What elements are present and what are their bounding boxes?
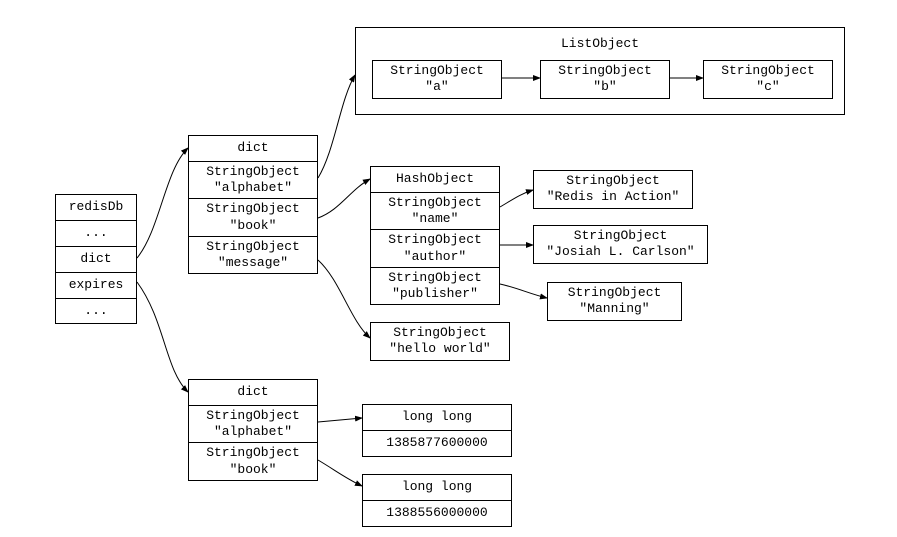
- hashobject-field-publisher: StringObject"publisher": [371, 268, 499, 305]
- expire-alphabet-type: long long: [363, 405, 511, 431]
- listobject-item-b-text: StringObject"b": [541, 61, 669, 98]
- dict-bottom-key-book: StringObject"book": [189, 443, 317, 480]
- hashobject-title: HashObject: [371, 167, 499, 193]
- hashvalue-1-text: StringObject"Josiah L. Carlson": [534, 226, 707, 263]
- dict-bottom-title: dict: [189, 380, 317, 406]
- listobject-item-a: StringObject"a": [372, 60, 502, 99]
- hashvalue-redis-in-action: StringObject"Redis in Action": [533, 170, 693, 209]
- hashvalue-manning: StringObject"Manning": [547, 282, 682, 321]
- hashvalue-josiah: StringObject"Josiah L. Carlson": [533, 225, 708, 264]
- dict-bottom-key-alphabet: StringObject"alphabet": [189, 406, 317, 444]
- redisdb-dict: dict: [56, 247, 136, 273]
- expire-book: long long 1388556000000: [362, 474, 512, 527]
- redisdb-box: redisDb ... dict expires ...: [55, 194, 137, 324]
- expire-alphabet: long long 1385877600000: [362, 404, 512, 457]
- redisdb-ellipsis-2: ...: [56, 299, 136, 324]
- hashvalue-2-text: StringObject"Manning": [548, 283, 681, 320]
- expire-book-type: long long: [363, 475, 511, 501]
- dict-top-key-book: StringObject"book": [189, 199, 317, 237]
- dict-top-key-message: StringObject"message": [189, 237, 317, 274]
- hashobject-field-author: StringObject"author": [371, 230, 499, 268]
- listobject-item-a-text: StringObject"a": [373, 61, 501, 98]
- listobject-item-c-text: StringObject"c": [704, 61, 832, 98]
- message-value: StringObject"hello world": [370, 322, 510, 361]
- dict-top-title: dict: [189, 136, 317, 162]
- expire-alphabet-val: 1385877600000: [363, 431, 511, 456]
- hashobject: HashObject StringObject"name" StringObje…: [370, 166, 500, 305]
- listobject-item-c: StringObject"c": [703, 60, 833, 99]
- dict-bottom: dict StringObject"alphabet" StringObject…: [188, 379, 318, 481]
- dict-top: dict StringObject"alphabet" StringObject…: [188, 135, 318, 274]
- redisdb-ellipsis: ...: [56, 221, 136, 247]
- expire-book-val: 1388556000000: [363, 501, 511, 526]
- redisdb-expires: expires: [56, 273, 136, 299]
- redisdb-title: redisDb: [56, 195, 136, 221]
- dict-top-key-alphabet: StringObject"alphabet": [189, 162, 317, 200]
- hashobject-field-name: StringObject"name": [371, 193, 499, 231]
- message-value-text: StringObject"hello world": [371, 323, 509, 360]
- listobject-title: ListObject: [356, 32, 844, 57]
- hashvalue-0-text: StringObject"Redis in Action": [534, 171, 692, 208]
- listobject-item-b: StringObject"b": [540, 60, 670, 99]
